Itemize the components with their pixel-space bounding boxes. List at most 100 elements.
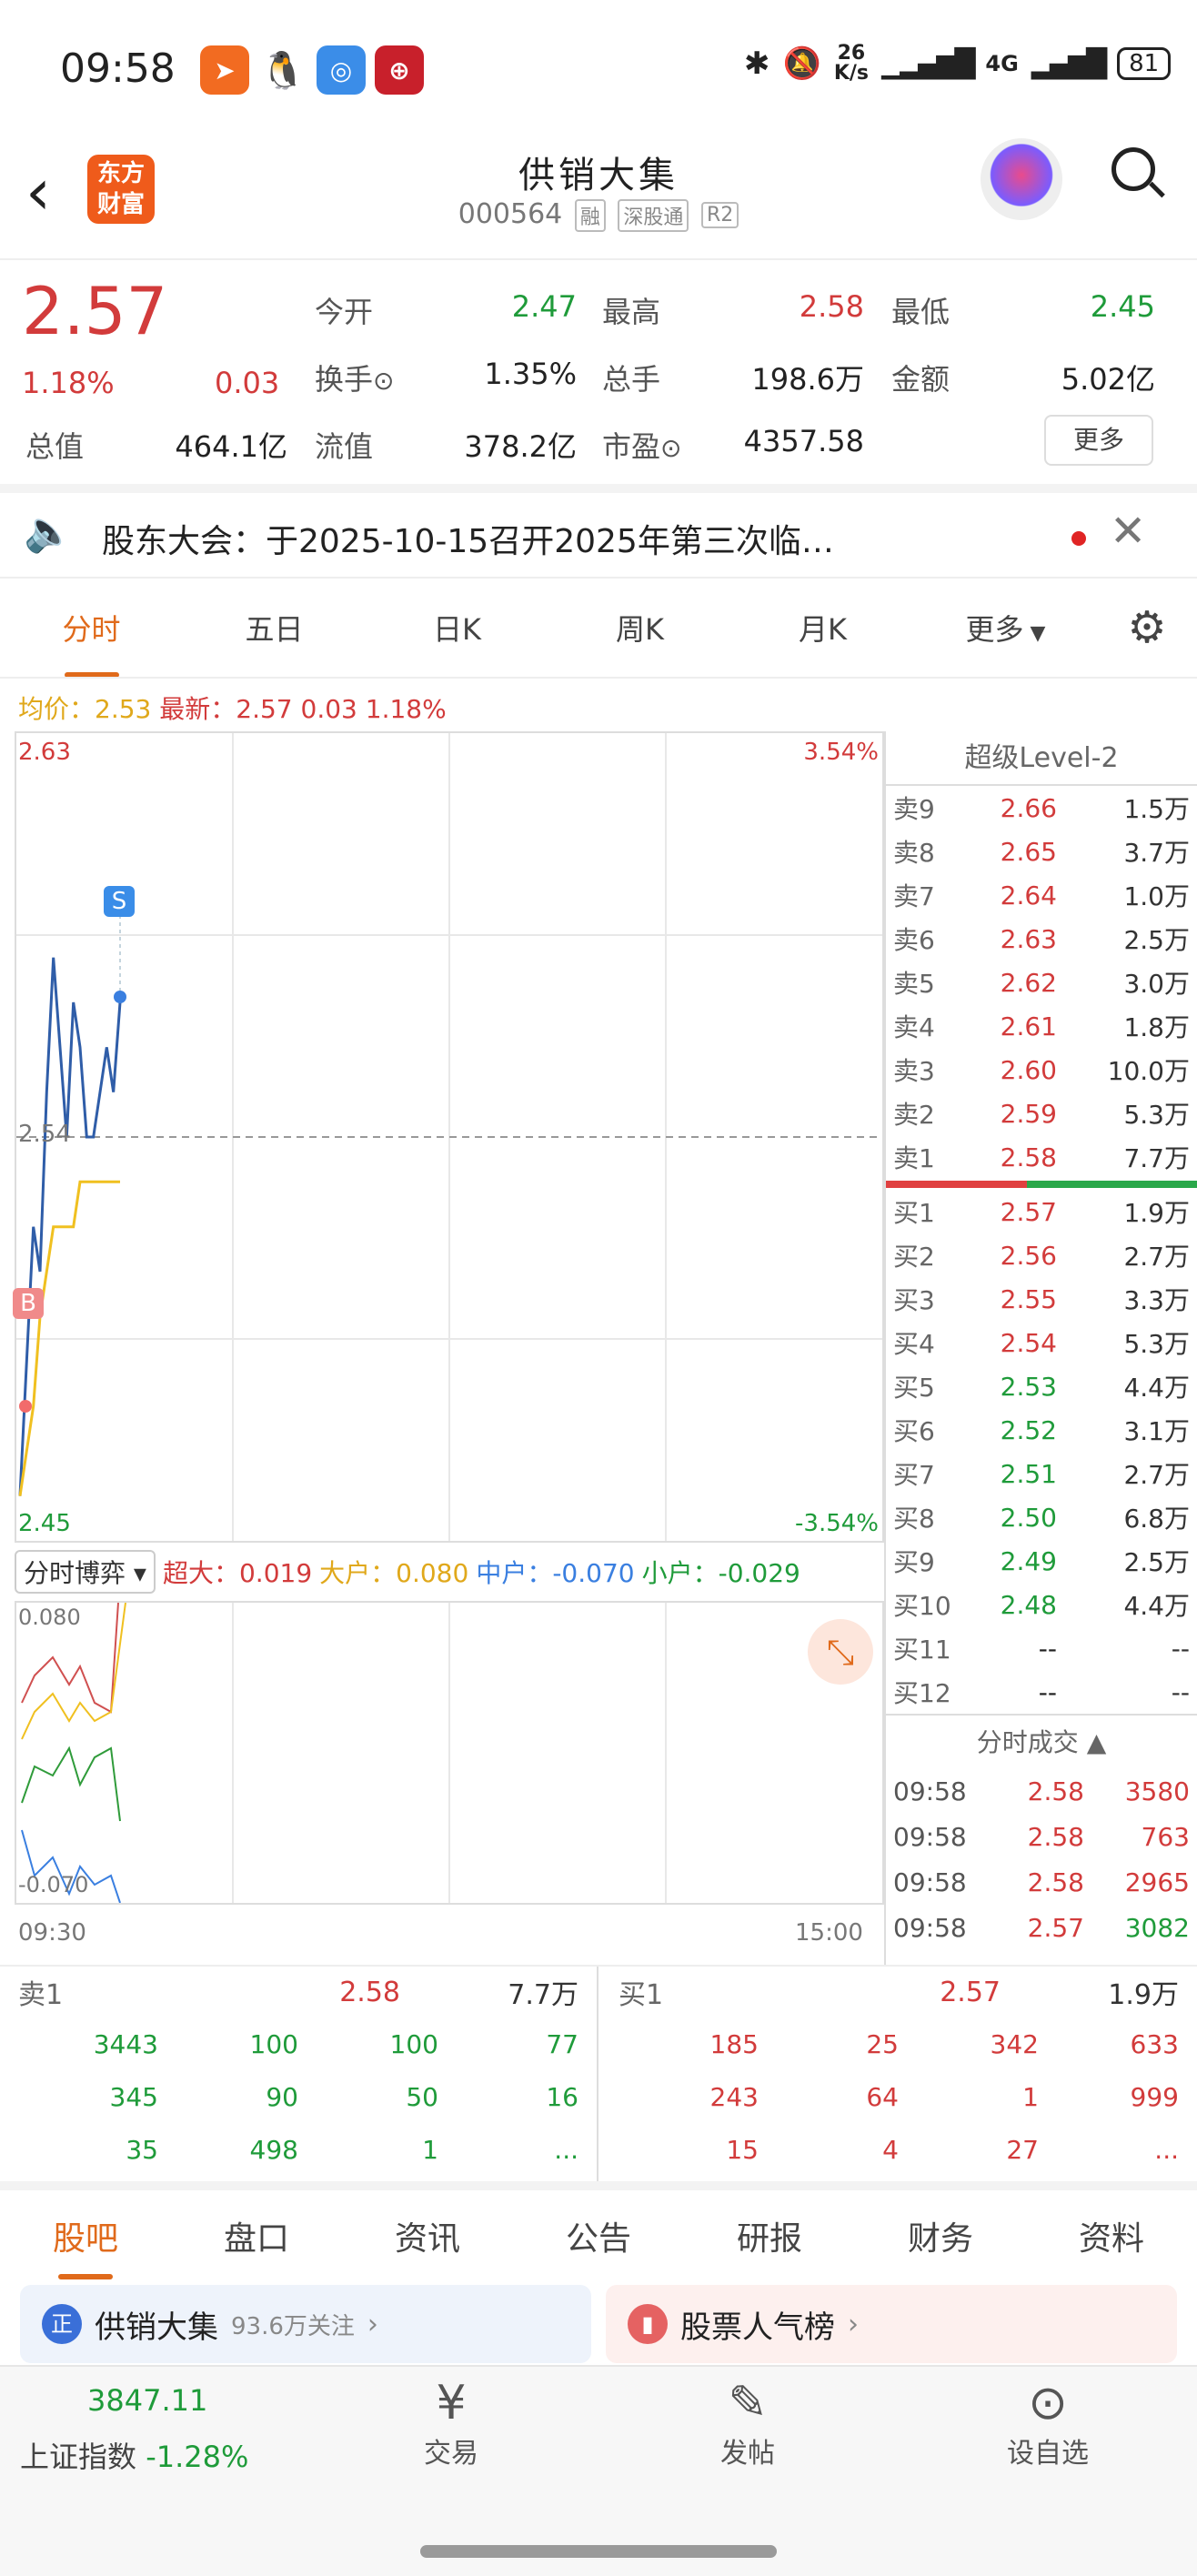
bid-price: -- [1038, 1676, 1057, 1707]
tab-research[interactable]: 研报 [737, 2212, 802, 2259]
buy-queue-cell: 342 [990, 2028, 1039, 2059]
forum-card-title: 供销大集 [95, 2309, 218, 2346]
stock-forum-card[interactable]: 正 供销大集 93.6万关注 › [20, 2285, 591, 2363]
forum-card-followers: 93.6万关注 [231, 2312, 355, 2340]
y-top-label: 2.63 [18, 739, 71, 766]
ask-row[interactable]: 卖5 2.62 3.0万 [893, 961, 1190, 1004]
tab-intraday[interactable]: 分时 [0, 607, 183, 678]
bid-row[interactable]: 买1 2.57 1.9万 [893, 1190, 1190, 1233]
ask-volume: 3.0万 [1123, 969, 1190, 999]
buy-queue-cell: 185 [709, 2028, 759, 2059]
tab-5day[interactable]: 五日 [183, 607, 366, 649]
buy-queue: 买1 2.57 1.9万 185 25 342 633 243 64 1 999 15 4 27..… [600, 1967, 1197, 2181]
bid-row[interactable]: 买2 2.56 2.7万 [893, 1233, 1190, 1277]
bid-volume: 4.4万 [1123, 1591, 1190, 1621]
intraday-chart[interactable]: 2.63 3.54% 2.54 2.45 -3.54% S B [13, 731, 884, 1543]
bid-row[interactable]: 买4 2.54 5.3万 [893, 1321, 1190, 1364]
tab-daily-k[interactable]: 日K [366, 607, 548, 649]
ask-row[interactable]: 卖1 2.58 7.7万 [893, 1135, 1190, 1179]
bid-volume: -- [1171, 1633, 1190, 1664]
bid-row[interactable]: 买6 2.52 3.1万 [893, 1408, 1190, 1452]
ask-row[interactable]: 卖3 2.60 10.0万 [893, 1048, 1190, 1092]
tab-profile[interactable]: 资料 [1079, 2212, 1144, 2259]
low-label: 最低 [891, 295, 951, 329]
buy-marker[interactable]: B [13, 1288, 44, 1319]
settings-gear-icon[interactable]: ⚙ [1097, 602, 1197, 653]
bid-row[interactable]: 买10 2.48 4.4万 [893, 1583, 1190, 1626]
bid-row[interactable]: 买8 2.50 6.8万 [893, 1495, 1190, 1539]
bid-row[interactable]: 买12 -- -- [893, 1670, 1190, 1714]
ask-row[interactable]: 卖8 2.65 3.7万 [893, 830, 1190, 873]
ask-row[interactable]: 卖4 2.61 1.8万 [893, 1004, 1190, 1048]
flow-chart[interactable]: 0.080 -0.070 ⤡ [15, 1601, 884, 1905]
tab-forum[interactable]: 股吧 [53, 2212, 118, 2279]
tab-quote[interactable]: 盘口 [224, 2212, 289, 2259]
bid-row[interactable]: 买3 2.55 3.3万 [893, 1277, 1190, 1321]
bid-volume: -- [1171, 1676, 1190, 1707]
tab-announcements[interactable]: 公告 [566, 2212, 631, 2259]
home-indicator[interactable] [420, 2545, 777, 2558]
orderbook: 超级Level-2 卖9 2.66 1.5万 卖8 2.65 3.7万 卖7 2.64 1.0万… [884, 731, 1197, 1965]
tab-weekly-k[interactable]: 周K [548, 607, 731, 649]
buy-point [19, 1400, 32, 1413]
sell-marker[interactable]: S [104, 886, 135, 917]
low-value: 2.45 [1090, 289, 1155, 324]
tab-news[interactable]: 资讯 [395, 2212, 460, 2259]
yen-icon: ¥ [436, 2376, 467, 2430]
ask-row[interactable]: 卖6 2.63 2.5万 [893, 917, 1190, 961]
bid-row[interactable]: 买7 2.51 2.7万 [893, 1452, 1190, 1495]
info-icon[interactable]: ⊙ [660, 433, 681, 463]
flow-y-top: 0.080 [18, 1605, 81, 1630]
tab-finance[interactable]: 财务 [908, 2212, 973, 2259]
ask-label: 卖3 [893, 1056, 935, 1086]
flow-selector[interactable]: 分时博弈 ▾ [15, 1550, 156, 1594]
bluetooth-icon: ✱ [744, 45, 770, 82]
ask-row[interactable]: 卖7 2.64 1.0万 [893, 873, 1190, 917]
sell-queue-row: 35 498 1... [0, 2123, 597, 2176]
ask-price: 2.64 [1000, 880, 1057, 911]
bid-label: 买8 [893, 1504, 935, 1534]
bid-row[interactable]: 买11 -- -- [893, 1626, 1190, 1670]
pe-label[interactable]: 市盈⊙ [602, 424, 681, 466]
ask-price: 2.62 [1000, 967, 1057, 998]
qq-icon: 🐧 [258, 45, 307, 95]
bid-price: 2.52 [1000, 1414, 1057, 1445]
chart-info: 均价：2.53 最新：2.57 0.03 1.18% [18, 689, 447, 726]
index-value[interactable]: 3847.11 [87, 2383, 207, 2418]
mktcap-label: 总值 [25, 429, 85, 464]
buy-queue-cell: 633 [1130, 2028, 1179, 2059]
popularity-card[interactable]: ▮ 股票人气榜 › [606, 2285, 1177, 2363]
turnover-label[interactable]: 换手⊙ [315, 357, 394, 398]
bid-volume: 2.7万 [1123, 1460, 1190, 1490]
pe-value: 4357.58 [743, 424, 864, 458]
ask-row[interactable]: 卖2 2.59 5.3万 [893, 1092, 1190, 1135]
trade-button[interactable]: ¥ 交易 [406, 2376, 497, 2470]
sell-queue-cell: 77 [546, 2028, 578, 2059]
medium-flow: 中户：-0.070 [476, 1558, 635, 1588]
close-icon[interactable]: ✕ [1110, 506, 1146, 557]
bid-ask-ratio-bar [886, 1181, 1197, 1188]
index-row[interactable]: 上证指数 -1.28% [20, 2434, 248, 2476]
bid-row[interactable]: 买9 2.49 2.5万 [893, 1539, 1190, 1583]
notice-bar[interactable]: 🔈 股东大会：于2025-10-15召开2025年第三次临… ✕ [0, 484, 1197, 579]
add-watchlist-button[interactable]: ⊙ 设自选 [993, 2376, 1102, 2470]
expand-icon[interactable]: ⤡ [808, 1619, 873, 1685]
bid-label: 买9 [893, 1547, 935, 1577]
sell1-vol: 7.7万 [508, 1979, 578, 2011]
more-button[interactable]: 更多 [1044, 415, 1153, 466]
bank-icon: ⊕ [375, 45, 424, 95]
bid-label: 买7 [893, 1460, 935, 1490]
tab-more[interactable]: 更多 ▼ [914, 607, 1097, 649]
ask-label: 卖1 [893, 1143, 935, 1173]
ask-list: 卖9 2.66 1.5万 卖8 2.65 3.7万 卖7 2.64 1.0万 卖6 2.63 2.5万… [886, 786, 1197, 1179]
buy-queue-row: 185 25 342 633 [600, 2018, 1197, 2070]
ask-row[interactable]: 卖9 2.66 1.5万 [893, 786, 1190, 830]
trade-row: 09:58 2.58 3580 [893, 1768, 1190, 1814]
bid-row[interactable]: 买5 2.53 4.4万 [893, 1364, 1190, 1408]
robot-assistant-icon[interactable] [981, 138, 1062, 220]
info-icon[interactable]: ⊙ [373, 366, 394, 396]
tab-monthly-k[interactable]: 月K [731, 607, 914, 649]
change-amount: 0.03 [215, 366, 280, 400]
post-button[interactable]: ✎ 发帖 [702, 2376, 793, 2470]
trades-header[interactable]: 分时成交 ▲ [886, 1714, 1197, 1768]
